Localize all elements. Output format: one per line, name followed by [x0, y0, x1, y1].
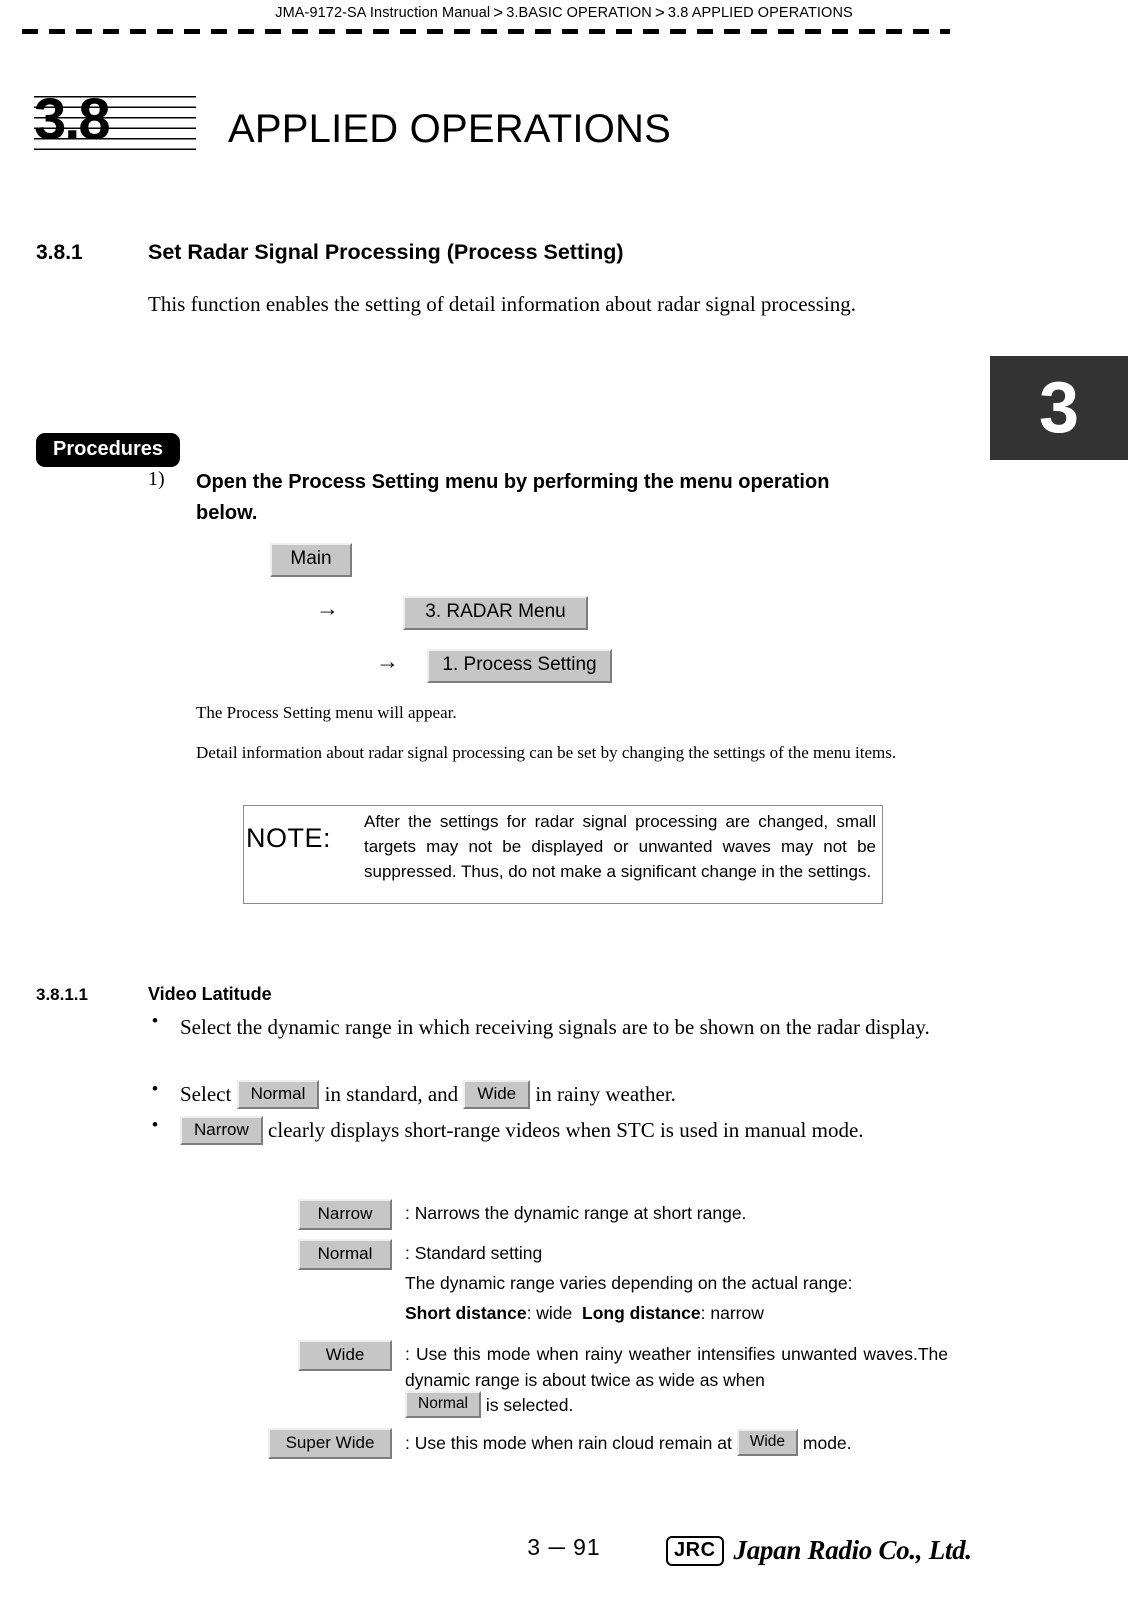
breadcrumb-separator-1: > [493, 3, 504, 22]
video-latitude-number: 3.8.1.1 [36, 985, 88, 1004]
long-distance-value: : narrow [700, 1303, 764, 1323]
super-wide-text-before: : Use this mode when rain cloud remain a… [405, 1433, 737, 1453]
menu-button-radar-menu[interactable]: 3. RADAR Menu [403, 596, 588, 630]
procedures-badge: Procedures [36, 433, 181, 467]
definition-button-normal[interactable]: Normal [298, 1239, 392, 1270]
inline-button-narrow[interactable]: Narrow [180, 1115, 263, 1145]
video-latitude-bullet-1: Select the dynamic range in which receiv… [180, 1015, 930, 1039]
bullet-marker: • [152, 1011, 158, 1030]
short-distance-label: Short distance [405, 1303, 527, 1323]
definition-text-wide: : Use this mode when rainy weather inten… [405, 1344, 948, 1390]
note-label: NOTE: [246, 823, 332, 853]
definition-text-normal-line2: The dynamic range varies depending on th… [405, 1273, 853, 1293]
menu-arrow-1: → [316, 596, 339, 621]
breadcrumb-manual-name: JMA-9172-SA Instruction Manual [275, 5, 491, 21]
bullet-marker: • [152, 1079, 158, 1098]
subsection-title: Set Radar Signal Processing (Process Set… [148, 240, 624, 264]
subsection-intro-text: This function enables the setting of det… [148, 292, 856, 316]
definition-button-super-wide[interactable]: Super Wide [268, 1428, 392, 1459]
bullet-3-text: clearly displays short-range videos when… [262, 1118, 864, 1142]
menu-button-process-setting[interactable]: 1. Process Setting [427, 649, 612, 683]
breadcrumb-chapter: 3.BASIC OPERATION [506, 5, 652, 21]
subsection-number: 3.8.1 [36, 241, 83, 264]
step-instruction: Open the Process Setting menu by perform… [196, 471, 830, 524]
inline-button-wide-2[interactable]: Wide [736, 1428, 799, 1456]
short-distance-value: : wide [526, 1303, 583, 1323]
menu-detail-text: Detail information about radar signal pr… [196, 743, 897, 762]
section-title: APPLIED OPERATIONS [228, 107, 671, 151]
definition-button-wide[interactable]: Wide [298, 1340, 392, 1371]
breadcrumb-separator-2: > [654, 3, 665, 22]
inline-button-normal[interactable]: Normal [236, 1079, 320, 1109]
document-header-breadcrumb: JMA-9172-SA Instruction Manual >3.BASIC O… [0, 2, 1128, 22]
video-latitude-title: Video Latitude [148, 984, 272, 1004]
header-dashed-rule [22, 29, 950, 34]
definition-text-normal-line1: : Standard setting [405, 1243, 543, 1263]
jrc-logo: JRC Japan Radio Co., Ltd. [666, 1535, 972, 1566]
definition-text-narrow: : Narrows the dynamic range at short ran… [405, 1203, 747, 1223]
bullet-2-text-2: in standard, and [319, 1082, 464, 1106]
step-number: 1) [148, 468, 165, 490]
bullet-2-text-3: in rainy weather. [530, 1082, 676, 1106]
document-page: JMA-9172-SA Instruction Manual >3.BASIC O… [0, 0, 1128, 1620]
bullet-2-text-1: Select [180, 1082, 237, 1106]
bullet-marker: • [152, 1115, 158, 1134]
jrc-logo-mark: JRC [666, 1535, 724, 1566]
breadcrumb-section: 3.8 APPLIED OPERATIONS [667, 5, 853, 21]
section-number: 3.8 [34, 87, 111, 152]
chapter-tab-marker: 3 [990, 356, 1128, 460]
menu-arrow-2: → [376, 649, 399, 674]
long-distance-label: Long distance [582, 1303, 701, 1323]
video-latitude-bullet-2: Select Normal in standard, and Wide in r… [180, 1079, 676, 1111]
inline-button-normal-2[interactable]: Normal [405, 1390, 481, 1418]
section-number-graphic: 3.8 [34, 87, 196, 158]
menu-appear-text: The Process Setting menu will appear. [196, 703, 457, 722]
jrc-logo-name: Japan Radio Co., Ltd. [733, 1535, 973, 1565]
super-wide-text-after: mode. [798, 1433, 852, 1453]
video-latitude-bullet-3: Narrow clearly displays short-range vide… [180, 1115, 940, 1147]
inline-button-wide[interactable]: Wide [463, 1079, 531, 1109]
definition-text-normal-line3: Short distance: wide Long distance: narr… [405, 1300, 965, 1326]
definition-button-narrow[interactable]: Narrow [298, 1199, 392, 1230]
definition-text-wide-cont: Normal is selected. [405, 1390, 574, 1420]
definition-wide-tail: is selected. [480, 1395, 574, 1415]
menu-button-main[interactable]: Main [270, 543, 352, 577]
definition-text-super-wide: : Use this mode when rain cloud remain a… [405, 1428, 852, 1458]
note-text: After the settings for radar signal proc… [364, 812, 876, 881]
